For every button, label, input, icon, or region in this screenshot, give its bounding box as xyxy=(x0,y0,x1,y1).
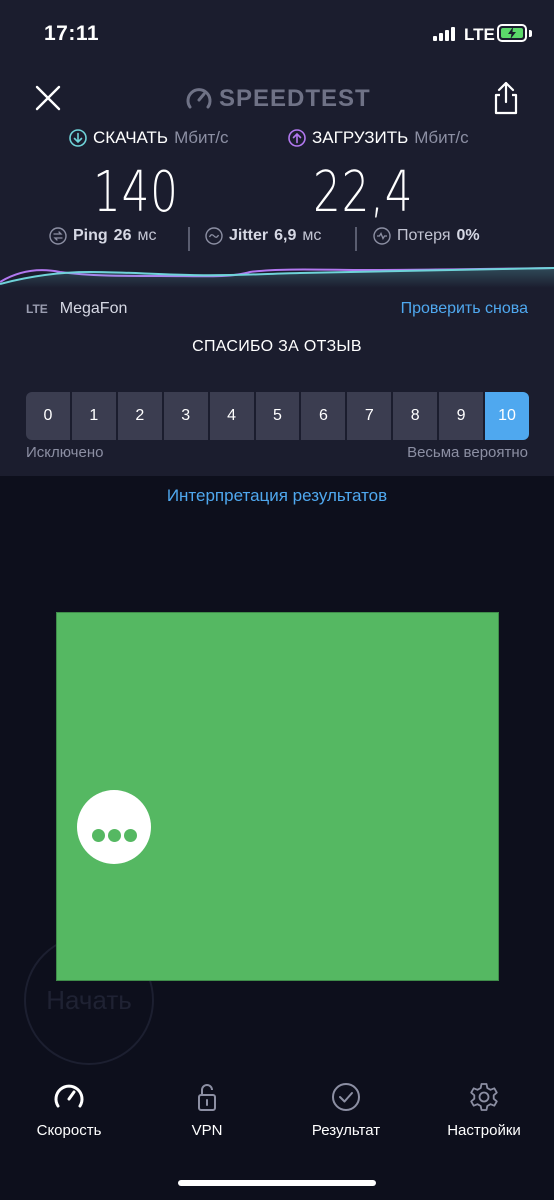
upload-unit: Мбит/с xyxy=(414,128,469,147)
ping-icon xyxy=(49,227,67,245)
download-label: СКАЧАТЬ xyxy=(93,128,169,147)
gauge-logo-icon xyxy=(186,88,212,109)
download-arrow-icon xyxy=(69,129,87,147)
rating-option-8[interactable]: 8 xyxy=(393,392,438,440)
tab-settings[interactable]: Настройки xyxy=(415,1080,553,1139)
connection-type: LTE xyxy=(26,302,48,316)
stats-divider xyxy=(188,227,190,251)
battery-icon xyxy=(497,24,527,42)
loss-value: 0% xyxy=(456,227,480,244)
rating-scale: 0 1 2 3 4 5 6 7 8 9 10 xyxy=(26,392,529,440)
start-button-label: Начать xyxy=(46,984,132,1015)
rating-option-5[interactable]: 5 xyxy=(255,392,300,440)
speed-graph xyxy=(0,267,554,288)
gear-icon xyxy=(470,1083,498,1111)
upload-arrow-icon xyxy=(288,129,306,147)
carrier-info: LTE MegaFon xyxy=(26,300,127,318)
tab-bar: Скорость VPN Результат Настройки xyxy=(0,1080,554,1170)
download-unit: Мбит/с xyxy=(174,128,229,147)
tab-label: VPN xyxy=(191,1122,223,1139)
network-type: LTE xyxy=(464,25,495,44)
status-time: 17:11 xyxy=(44,22,100,45)
loss-stat: Потеря 0% xyxy=(373,227,480,245)
jitter-value: 6,9 xyxy=(274,227,297,244)
rating-option-6[interactable]: 6 xyxy=(301,392,346,440)
jitter-label: Jitter xyxy=(229,227,269,244)
loss-label: Потеря xyxy=(397,227,451,244)
ping-value: 26 xyxy=(113,227,132,244)
close-button[interactable] xyxy=(32,82,64,114)
tab-speed[interactable]: Скорость xyxy=(0,1080,138,1139)
lock-icon xyxy=(198,1084,216,1111)
close-icon xyxy=(35,85,61,111)
tab-label: Скорость xyxy=(36,1122,102,1139)
interpretation-link[interactable]: Интерпретация результатов xyxy=(0,486,554,506)
upload-header: ЗАГРУЗИТЬ Мбит/с xyxy=(288,128,469,148)
download-value: 140 xyxy=(93,160,179,225)
scale-label-right: Весьма вероятно xyxy=(407,444,528,461)
ad-banner[interactable] xyxy=(56,612,499,981)
retest-link[interactable]: Проверить снова xyxy=(401,300,528,318)
tab-results[interactable]: Результат xyxy=(277,1080,415,1139)
ping-label: Ping xyxy=(73,227,108,244)
tab-vpn[interactable]: VPN xyxy=(138,1080,276,1139)
dot xyxy=(91,828,105,842)
tab-label: Результат xyxy=(311,1122,381,1139)
ping-stat: Ping 26 мс xyxy=(49,227,156,245)
upload-label: ЗАГРУЗИТЬ xyxy=(312,128,409,147)
stats-divider xyxy=(355,227,357,251)
jitter-stat: Jitter 6,9 мс xyxy=(205,227,321,245)
rating-option-2[interactable]: 2 xyxy=(117,392,162,440)
rating-option-1[interactable]: 1 xyxy=(71,392,116,440)
more-options-button[interactable] xyxy=(77,790,151,864)
rating-option-4[interactable]: 4 xyxy=(209,392,254,440)
jitter-unit: мс xyxy=(302,227,322,244)
stats-row: Ping 26 мс Jitter 6,9 мс Потеря 0% xyxy=(0,227,554,251)
home-indicator xyxy=(178,1180,376,1186)
rating-option-3[interactable]: 3 xyxy=(163,392,208,440)
share-icon xyxy=(494,81,518,115)
speedometer-icon xyxy=(54,1084,84,1108)
signal-strength-icon xyxy=(433,27,459,41)
tab-label: Настройки xyxy=(447,1122,521,1139)
rating-option-9[interactable]: 9 xyxy=(439,392,484,440)
rating-option-10[interactable]: 10 xyxy=(485,392,529,440)
feedback-title: СПАСИБО ЗА ОТЗЫВ xyxy=(192,338,362,355)
checkmark-icon xyxy=(332,1083,360,1111)
speedtest-logo: SPEEDTEST xyxy=(185,84,371,114)
battery-cap xyxy=(529,30,532,37)
ping-unit: мс xyxy=(137,227,157,244)
scale-label-left: Исключено xyxy=(26,444,104,461)
logo-text: SPEEDTEST xyxy=(219,85,371,112)
dot xyxy=(107,828,121,842)
download-header: СКАЧАТЬ Мбит/с xyxy=(69,128,228,148)
jitter-icon xyxy=(205,227,223,245)
rating-option-7[interactable]: 7 xyxy=(347,392,392,440)
status-bar: 17:11 LTE xyxy=(0,0,554,70)
upload-value: 22,4 xyxy=(313,160,414,225)
rating-option-0[interactable]: 0 xyxy=(26,392,70,440)
carrier-name: MegaFon xyxy=(59,300,128,317)
packet-loss-icon xyxy=(373,227,391,245)
share-button[interactable] xyxy=(490,80,522,116)
dot xyxy=(123,828,137,842)
